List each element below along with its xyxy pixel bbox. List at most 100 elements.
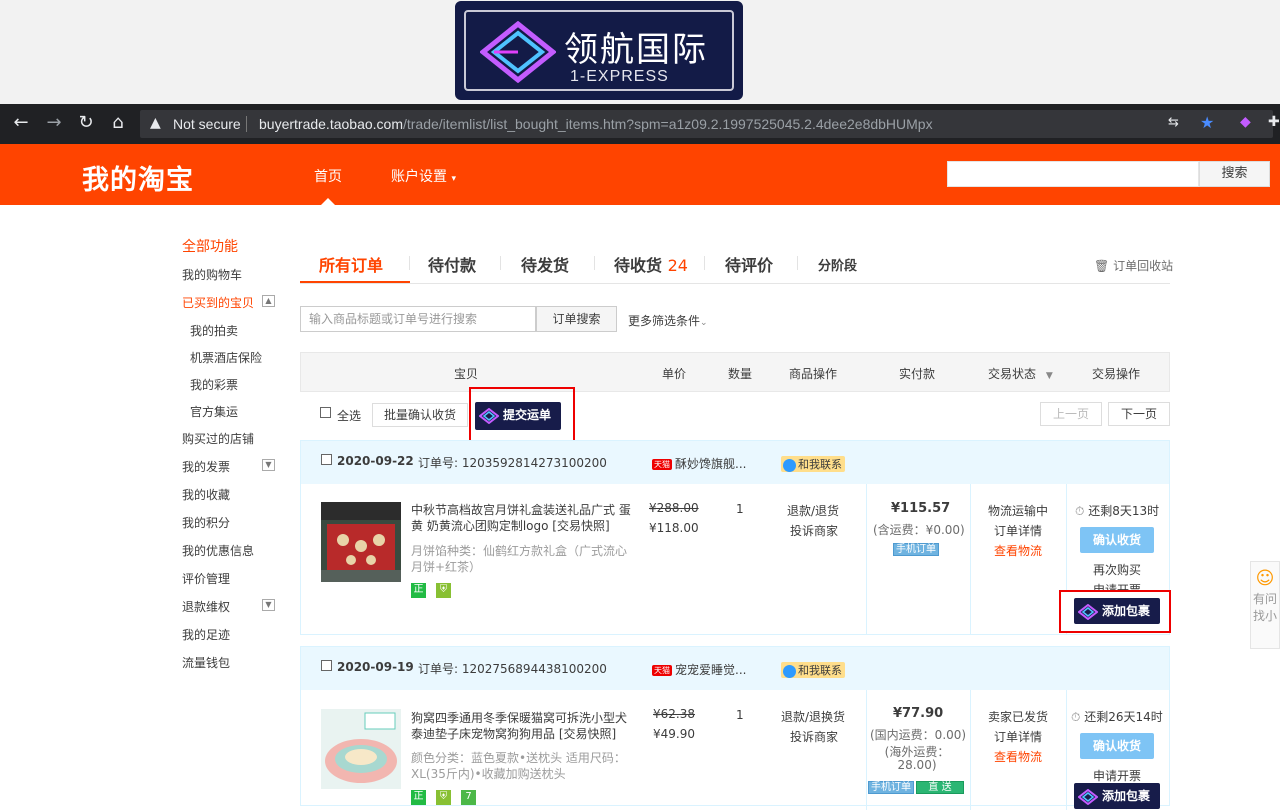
buy-again-link[interactable]: 再次购买 bbox=[1093, 561, 1141, 578]
extensions-puzzle-icon[interactable]: ✚ bbox=[1268, 114, 1280, 130]
tab-unreceived[interactable]: 待收货 24 bbox=[614, 252, 688, 276]
sidebar-item-shops[interactable]: 购买过的店铺 bbox=[182, 430, 254, 447]
chat-icon bbox=[783, 664, 796, 678]
nav-account-settings[interactable]: 账户设置 ▾ bbox=[391, 166, 456, 186]
active-tab-underline bbox=[300, 281, 410, 283]
sidebar-item-data-wallet[interactable]: 流量钱包 bbox=[182, 654, 230, 671]
security-label[interactable]: Not secure bbox=[173, 116, 241, 132]
site-search-input[interactable] bbox=[947, 161, 1199, 187]
home-icon[interactable]: ⌂ bbox=[107, 112, 129, 134]
tab-unrated[interactable]: 待评价 bbox=[725, 252, 773, 276]
next-page-button[interactable]: 下一页 bbox=[1108, 402, 1170, 426]
nav-home[interactable]: 首页 bbox=[314, 166, 342, 186]
product-title[interactable]: 中秋节高档故宫月饼礼盒装送礼品广式 蛋黄 奶黄流心团购定制logo [交易快照] bbox=[411, 502, 633, 534]
confirm-receipt-button[interactable]: 确认收货 bbox=[1080, 527, 1154, 553]
order-detail-link[interactable]: 订单详情 bbox=[994, 522, 1042, 539]
back-icon[interactable]: ← bbox=[10, 112, 32, 134]
site-search-button[interactable]: 搜索 bbox=[1199, 161, 1270, 187]
express-logo-icon bbox=[1078, 788, 1098, 805]
help-widget[interactable]: ☺ 有问 找小 bbox=[1250, 561, 1280, 649]
direct-ship-tag: 直 送 bbox=[916, 781, 964, 794]
sidebar-item-coupons[interactable]: 我的优惠信息 bbox=[182, 542, 254, 559]
select-all-checkbox[interactable] bbox=[320, 407, 331, 418]
sidebar-item-auction[interactable]: 我的拍卖 bbox=[190, 322, 238, 339]
prev-page-button[interactable]: 上一页 bbox=[1040, 402, 1102, 426]
complain-link[interactable]: 投诉商家 bbox=[790, 728, 838, 745]
sidebar-item-bought[interactable]: 已买到的宝贝 bbox=[182, 294, 254, 311]
translate-icon[interactable]: ⇆ bbox=[1168, 115, 1179, 130]
mobile-order-tag: 手机订单 bbox=[893, 543, 939, 556]
warning-icon[interactable]: ▲ bbox=[150, 115, 161, 131]
invoice-link[interactable]: 申请开票 bbox=[1093, 767, 1141, 784]
sidebar-item-points[interactable]: 我的积分 bbox=[182, 514, 230, 531]
complain-link[interactable]: 投诉商家 bbox=[790, 522, 838, 539]
contact-seller[interactable]: 和我联系 bbox=[781, 456, 845, 472]
product-spec: 月饼馅种类：仙鹤红方款礼盒（广式流心月饼+红茶） bbox=[411, 544, 628, 574]
timer-icon: ⏱ bbox=[1075, 504, 1085, 518]
expand-icon[interactable]: ▼ bbox=[262, 599, 275, 611]
add-package-button[interactable]: 添加包裹 bbox=[1074, 783, 1160, 809]
my-taobao-logo[interactable]: 我的淘宝 bbox=[82, 158, 194, 197]
unit-price: ¥118.00 bbox=[649, 521, 699, 535]
authentic-badge-icon: 正 bbox=[411, 790, 426, 805]
col-item: 宝贝 bbox=[454, 367, 479, 381]
tab-unshipped[interactable]: 待发货 bbox=[521, 252, 569, 276]
browser-toolbar: ← → ↻ ⌂ ▲ Not secure buyertrade.taobao.c… bbox=[0, 104, 1280, 144]
domestic-shipping-note: (国内运费：0.00) bbox=[870, 728, 967, 742]
sidebar-item-lottery[interactable]: 我的彩票 bbox=[190, 376, 238, 393]
add-package-button[interactable]: 添加包裹 bbox=[1074, 598, 1160, 624]
logo-english-text: 1-EXPRESS bbox=[570, 68, 669, 85]
recycle-bin-link[interactable]: 🗑 订单回收站 bbox=[1094, 257, 1173, 274]
tab-all-orders[interactable]: 所有订单 bbox=[319, 252, 383, 276]
original-price: ¥62.38 bbox=[653, 707, 695, 721]
shop-link[interactable]: 天猫 酥妙馋旗舰... bbox=[652, 455, 746, 472]
order-checkbox[interactable] bbox=[321, 660, 332, 671]
sidebar-item-reviews[interactable]: 评价管理 bbox=[182, 570, 230, 587]
order-status: 卖家已发货 bbox=[988, 710, 1049, 724]
authentic-badge-icon: 正 bbox=[411, 583, 426, 598]
sidebar-item-refunds[interactable]: 退款维权 bbox=[182, 598, 230, 615]
col-status[interactable]: 交易状态 ▼ bbox=[988, 365, 1053, 382]
product-thumbnail[interactable] bbox=[321, 502, 401, 582]
overseas-shipping-note: (海外运费：28.00) bbox=[884, 745, 950, 772]
order-search-button[interactable]: 订单搜索 bbox=[536, 306, 617, 332]
expand-icon[interactable]: ▼ bbox=[262, 459, 275, 471]
sidebar-item-favorites[interactable]: 我的收藏 bbox=[182, 486, 230, 503]
order-detail-link[interactable]: 订单详情 bbox=[994, 728, 1042, 745]
refund-link[interactable]: 退款/退货 bbox=[787, 502, 839, 519]
sidebar-item-footprint[interactable]: 我的足迹 bbox=[182, 626, 230, 643]
sidebar-item-travel[interactable]: 机票酒店保险 bbox=[190, 349, 262, 366]
nav-active-indicator bbox=[321, 198, 335, 205]
sidebar-item-invoice[interactable]: 我的发票 bbox=[182, 458, 230, 475]
select-all-label[interactable]: 全选 bbox=[337, 407, 361, 424]
order-search-input[interactable]: 输入商品标题或订单号进行搜索 bbox=[300, 306, 536, 332]
address-bar[interactable]: ▲ Not secure buyertrade.taobao.com/trade… bbox=[140, 110, 1280, 138]
more-filters-toggle[interactable]: 更多筛选条件⌄ bbox=[628, 312, 708, 329]
view-logistics-link[interactable]: 查看物流 bbox=[994, 542, 1042, 559]
shop-link[interactable]: 天猫 宠宠爱睡觉... bbox=[652, 661, 746, 678]
chevron-down-icon: ⌄ bbox=[700, 318, 708, 328]
sidebar-item-cart[interactable]: 我的购物车 bbox=[182, 266, 242, 283]
contact-seller[interactable]: 和我联系 bbox=[781, 662, 845, 678]
reload-icon[interactable]: ↻ bbox=[75, 112, 97, 134]
confirm-receipt-button[interactable]: 确认收货 bbox=[1080, 733, 1154, 759]
batch-confirm-button[interactable]: 批量确认收货 bbox=[372, 403, 468, 427]
url-text[interactable]: buyertrade.taobao.com/trade/itemlist/lis… bbox=[259, 116, 933, 132]
col-unit-price: 单价 bbox=[662, 367, 687, 381]
refund-link[interactable]: 退款/退换货 bbox=[781, 708, 845, 725]
product-thumbnail[interactable] bbox=[321, 709, 401, 789]
product-title[interactable]: 狗窝四季通用冬季保暖猫窝可拆洗小型犬泰迪垫子床宠物窝狗狗用品 [交易快照] bbox=[411, 710, 633, 742]
tab-unpaid[interactable]: 待付款 bbox=[428, 252, 476, 276]
forward-icon[interactable]: → bbox=[43, 112, 65, 134]
extension-logo-icon[interactable]: ◆ bbox=[1240, 114, 1251, 130]
order-checkbox[interactable] bbox=[321, 454, 332, 465]
tab-stage[interactable]: 分阶段 bbox=[818, 255, 857, 274]
express-logo-icon bbox=[479, 407, 499, 424]
view-logistics-link[interactable]: 查看物流 bbox=[994, 748, 1042, 765]
order-number: 订单号: 1202756894438100200 bbox=[418, 662, 607, 676]
sidebar-item-consolidation[interactable]: 官方集运 bbox=[190, 403, 238, 420]
invoice-link[interactable]: 申请开票 bbox=[1093, 581, 1141, 590]
bookmark-star-icon[interactable]: ★ bbox=[1200, 113, 1214, 132]
submit-waybill-button[interactable]: 提交运单 bbox=[475, 402, 561, 430]
collapse-icon[interactable]: ▲ bbox=[262, 295, 275, 307]
